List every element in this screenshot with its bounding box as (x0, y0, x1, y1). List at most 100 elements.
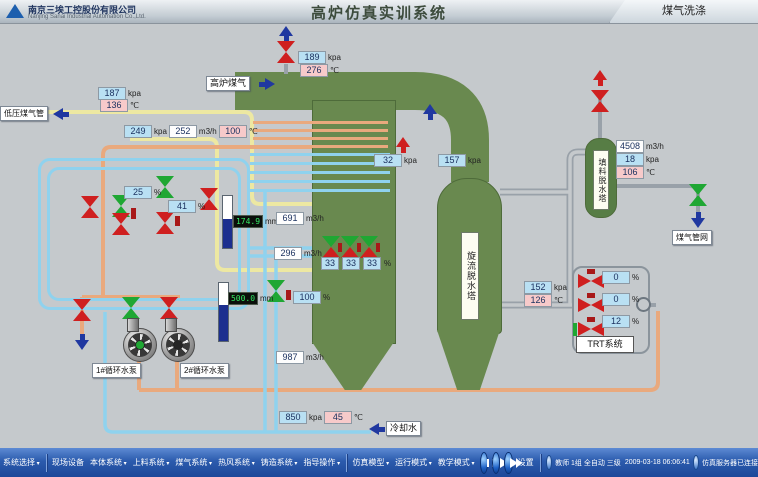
valve-actuator (376, 243, 380, 252)
reading-outlet-pressure: 157kpa (438, 154, 481, 167)
spray-pipe (250, 171, 390, 174)
digital-display: 174.9 (233, 215, 263, 228)
trt-valve-2[interactable] (578, 298, 604, 312)
packing-vent-valve[interactable] (591, 90, 609, 112)
pump2-inlet-valve[interactable] (160, 297, 178, 319)
reading-packing-temp: 106℃ (616, 166, 655, 179)
up-arrow-icon (279, 26, 293, 42)
value-box: 152 (524, 281, 552, 294)
reading-trt-valve-1: 0% (602, 271, 639, 284)
value-box: 850 (279, 411, 307, 424)
right-arrow-icon (259, 78, 275, 90)
reading-trt-valve-3: 12% (602, 315, 639, 328)
value-box: 106 (616, 166, 644, 179)
value-box: 0 (602, 293, 630, 306)
reading-duct-pressure: 32kpa (374, 154, 417, 167)
gas-network-label: 煤气管网 (672, 230, 712, 245)
value-box: 33 (321, 257, 339, 270)
drain-valve[interactable] (73, 299, 91, 321)
water-valve[interactable] (81, 196, 99, 218)
cooling-water-label: 冷却水 (386, 421, 421, 436)
reading-level-1: 174.9mm (233, 215, 278, 228)
blast-furnace-gas-label: 高炉煤气 (206, 76, 250, 91)
value-box: 4508 (616, 140, 644, 153)
spray-pipe (250, 189, 390, 192)
trt-valve-3[interactable] (578, 322, 604, 336)
value-box: 157 (438, 154, 466, 167)
reading-top-temp: 276℃ (300, 64, 339, 77)
duct-vent-arrow-icon (396, 137, 410, 153)
pump-1[interactable] (123, 328, 157, 362)
value-box: 126 (524, 294, 552, 307)
value-box: 100 (293, 291, 321, 304)
reading-lp-temp: 136℃ (100, 99, 139, 112)
reading-top-pressure: 189kpa (298, 51, 341, 64)
value-box: 45 (324, 411, 352, 424)
value-box: 18 (616, 153, 644, 166)
cyclone-tower-label: 旋流脱水塔 (461, 232, 479, 320)
reading-flow-987: 987m3/h (276, 351, 324, 364)
reading-packing-pressure: 18kpa (616, 153, 659, 166)
reading-flow-296: 296m3/h (274, 247, 322, 260)
pump-2[interactable] (161, 328, 195, 362)
valve-actuator (573, 323, 577, 336)
trt-system-label: TRT系统 (576, 336, 634, 353)
value-box: 296 (274, 247, 302, 260)
trt-valve-1[interactable] (578, 274, 604, 288)
valve-actuator (131, 208, 136, 219)
spray-pipe (253, 129, 388, 132)
reading-trt-valve-2: 0% (602, 293, 639, 306)
reading-flow-691: 691m3/h (276, 212, 324, 225)
value-box: 691 (276, 212, 304, 225)
spray-pipe (250, 162, 390, 165)
left-arrow-icon (53, 108, 69, 120)
value-box: 249 (124, 125, 152, 138)
valve-actuator (175, 216, 180, 226)
reading-spray-valves: 33 33 33 % (321, 257, 391, 270)
reading-valve-41: 41% (168, 200, 205, 213)
top-vent-valve[interactable] (277, 41, 295, 63)
packing-tower-label: 填料脱水塔 (593, 150, 609, 210)
reading-cooling-water: 850kpa 45℃ (279, 411, 363, 424)
vent-arrow-icon (593, 70, 607, 86)
value-box: 12 (602, 315, 630, 328)
level-gauge-1 (222, 195, 233, 249)
scada-screen: 南京三埃工控股份有限公司 Nanjing Sanai Industrial Au… (0, 0, 758, 477)
gas-outlet-valve[interactable] (689, 184, 707, 206)
value-box: 987 (276, 351, 304, 364)
pump-outlet (165, 318, 177, 332)
reading-trt-pressure: 152kpa (524, 281, 567, 294)
reading-trt-temp: 126℃ (524, 294, 563, 307)
valve-actuator (357, 243, 361, 252)
valve-actuator (286, 290, 291, 300)
spray-pipe (250, 153, 390, 156)
water-valve[interactable] (156, 212, 174, 234)
value-box: 100 (219, 125, 247, 138)
pump1-inlet-valve[interactable] (122, 297, 140, 319)
down-arrow-icon (691, 212, 705, 228)
reading-packing-flow: 4508m3/h (616, 140, 664, 153)
digital-display: 500.0 (228, 292, 258, 305)
value-box: 276 (300, 64, 328, 77)
down-arrow-icon (75, 334, 89, 350)
reading-valve-25: 25% (124, 186, 161, 199)
up-arrow-icon (423, 104, 437, 120)
low-pressure-pipe-label: 低压煤气管 (0, 106, 48, 121)
reading-level-2: 500.0mm (228, 292, 273, 305)
value-box: 33 (363, 257, 381, 270)
pump1-label: 1#循环水泵 (92, 363, 141, 378)
left-arrow-icon (369, 423, 385, 435)
reading-valve-100: 100% (293, 291, 330, 304)
level-gauge-2 (218, 282, 229, 342)
spray-pipe (250, 180, 390, 183)
value-box: 25 (124, 186, 152, 199)
spray-pipe (253, 137, 388, 140)
value-box: 32 (374, 154, 402, 167)
water-valve[interactable] (112, 213, 130, 235)
pump2-label: 2#循环水泵 (180, 363, 229, 378)
value-box: 41 (168, 200, 196, 213)
value-box: 252 (169, 125, 197, 138)
value-box: 0 (602, 271, 630, 284)
pump-outlet (127, 318, 139, 332)
value-box: 189 (298, 51, 326, 64)
